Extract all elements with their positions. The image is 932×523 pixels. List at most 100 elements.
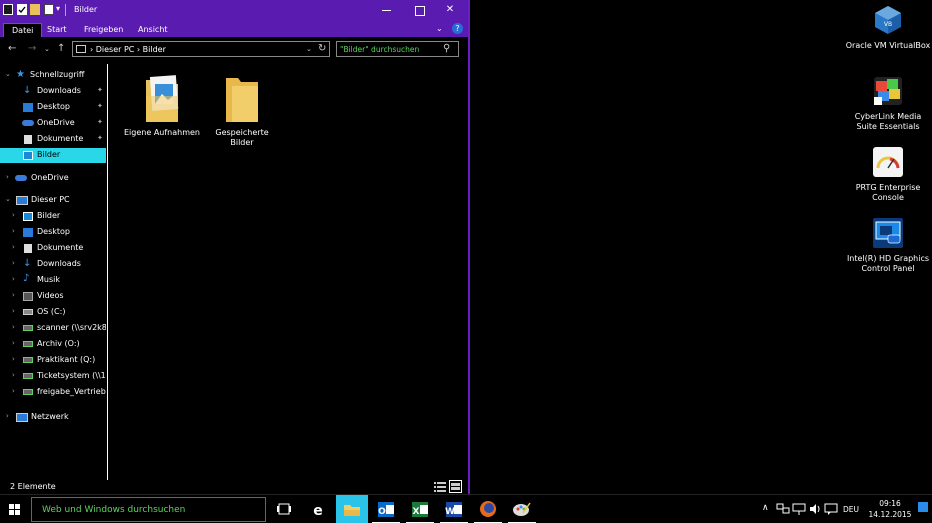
address-field[interactable]: › Dieser PC › Bilder ⌄ ↻: [72, 41, 330, 57]
chevron-right-icon[interactable]: ›: [12, 291, 15, 299]
taskbar-word[interactable]: W: [438, 495, 470, 523]
refresh-icon[interactable]: ↻: [318, 43, 326, 54]
pictures-folder-icon: [146, 75, 179, 122]
chevron-right-icon[interactable]: ›: [12, 371, 15, 379]
nav-quick-access[interactable]: ⌄ ★ Schnellzugriff: [0, 68, 106, 83]
chevron-right-icon[interactable]: ›: [12, 275, 15, 283]
tray-volume-icon[interactable]: [808, 502, 822, 516]
chevron-right-icon[interactable]: ›: [6, 412, 9, 420]
chevron-down-icon[interactable]: ⌄: [5, 70, 11, 78]
tray-ethernet-icon[interactable]: [792, 502, 806, 516]
large-icons-view-icon[interactable]: [449, 480, 462, 493]
help-icon[interactable]: ?: [452, 23, 463, 34]
network-drive-icon: [23, 357, 33, 363]
nav-pc-documents[interactable]: › Dokumente: [0, 241, 106, 256]
pin-icon[interactable]: ✦: [97, 102, 103, 110]
new-folder-icon[interactable]: [30, 4, 40, 15]
taskbar-edge[interactable]: e: [302, 495, 334, 523]
cloud-icon: [15, 175, 27, 181]
chevron-right-icon[interactable]: ›: [12, 243, 15, 251]
tray-network-icon[interactable]: [776, 502, 790, 516]
checkmark-icon[interactable]: [17, 4, 27, 15]
chevron-right-icon[interactable]: ›: [12, 339, 15, 347]
folder-item[interactable]: Gespeicherte Bilder: [204, 72, 274, 162]
nav-onedrive[interactable]: › OneDrive: [0, 171, 106, 186]
title-bar[interactable]: ▾ Bilder ✕: [0, 0, 468, 20]
taskbar-file-explorer[interactable]: [336, 495, 368, 523]
nav-pc-praktikant[interactable]: › Praktikant (Q:): [0, 353, 106, 368]
chevron-right-icon[interactable]: ›: [12, 259, 15, 267]
nav-quick-downloads[interactable]: ↓ Downloads ✦: [0, 84, 106, 99]
desktop-icon-intel-graphics[interactable]: Intel(R) HD Graphics Control Panel: [845, 217, 931, 274]
task-view-button[interactable]: [268, 495, 300, 523]
virtualbox-icon: VB: [875, 6, 901, 34]
chevron-right-icon[interactable]: ›: [12, 227, 15, 235]
details-view-icon[interactable]: [434, 481, 446, 492]
chevron-right-icon[interactable]: ›: [12, 307, 15, 315]
pin-icon[interactable]: ✦: [97, 134, 103, 142]
back-arrow-icon[interactable]: ←: [8, 43, 16, 54]
nav-pc-music[interactable]: › ♪ Musik: [0, 273, 106, 288]
nav-pc-scanner[interactable]: › scanner (\\srv2k8de: [0, 321, 106, 336]
chevron-right-icon[interactable]: ›: [6, 173, 9, 181]
recent-locations-icon[interactable]: ⌄: [44, 45, 50, 53]
chevron-right-icon[interactable]: ›: [12, 387, 15, 395]
tray-message-icon[interactable]: [824, 502, 838, 516]
quick-access-dropdown-icon[interactable]: ▾: [56, 4, 60, 13]
new-item-icon[interactable]: [44, 4, 54, 15]
nav-pc-freigabe-vertrieb[interactable]: › freigabe_Vertrieb (\\: [0, 385, 106, 400]
action-center-icon[interactable]: [918, 502, 928, 512]
pin-icon[interactable]: ✦: [97, 86, 103, 94]
pin-icon[interactable]: ✦: [97, 118, 103, 126]
nav-this-pc[interactable]: ⌄ Dieser PC: [0, 193, 106, 208]
taskbar-search-box[interactable]: Web und Windows durchsuchen: [31, 497, 266, 522]
start-button[interactable]: [0, 495, 30, 523]
desktop-icon-cyberlink[interactable]: CyberLink Media Suite Essentials: [845, 75, 931, 132]
pictures-icon: [23, 151, 33, 160]
nav-quick-desktop[interactable]: Desktop ✦: [0, 100, 106, 115]
nav-pc-downloads[interactable]: › ↓ Downloads: [0, 257, 106, 272]
svg-text:e: e: [313, 503, 323, 519]
nav-pc-drive-c[interactable]: › OS (C:): [0, 305, 106, 320]
tab-freigeben[interactable]: Freigeben: [76, 23, 131, 37]
chevron-right-icon[interactable]: ›: [12, 323, 15, 331]
nav-label: Bilder: [37, 150, 61, 159]
close-button[interactable]: ✕: [431, 0, 469, 20]
tab-ansicht[interactable]: Ansicht: [130, 23, 176, 37]
nav-quick-documents[interactable]: Dokumente ✦: [0, 132, 106, 147]
tray-overflow-icon[interactable]: ∧: [762, 503, 769, 513]
clock-date[interactable]: 14.12.2015: [868, 510, 912, 519]
desktop-icon-virtualbox[interactable]: VB Oracle VM VirtualBox: [845, 4, 931, 51]
tab-start[interactable]: Start: [39, 23, 75, 37]
input-language[interactable]: DEU: [843, 505, 859, 514]
nav-label: Videos: [37, 291, 64, 300]
nav-quick-pictures[interactable]: Bilder: [0, 148, 106, 163]
forward-arrow-icon[interactable]: →: [28, 43, 36, 54]
address-dropdown-icon[interactable]: ⌄: [306, 45, 312, 53]
up-arrow-icon[interactable]: ↑: [57, 43, 65, 54]
nav-pc-desktop[interactable]: › Desktop: [0, 225, 106, 240]
chevron-down-icon[interactable]: ⌄: [5, 195, 11, 203]
properties-icon[interactable]: [3, 4, 13, 15]
ribbon-expand-icon[interactable]: ⌄: [436, 24, 443, 33]
folder-item[interactable]: Eigene Aufnahmen: [124, 72, 200, 162]
taskbar-excel[interactable]: X: [404, 495, 436, 523]
nav-pc-archiv[interactable]: › Archiv (O:): [0, 337, 106, 352]
desktop-icon-prtg[interactable]: PRTG Enterprise Console: [845, 146, 931, 203]
search-box[interactable]: ⚲: [336, 41, 459, 57]
search-input[interactable]: [340, 43, 440, 55]
taskbar-firefox[interactable]: [472, 495, 504, 523]
nav-pc-ticketsystem[interactable]: › Ticketsystem (\\192: [0, 369, 106, 384]
nav-network[interactable]: › Netzwerk: [0, 410, 106, 425]
nav-pc-videos[interactable]: › Videos: [0, 289, 106, 304]
nav-quick-onedrive[interactable]: OneDrive ✦: [0, 116, 106, 131]
tab-datei[interactable]: Datei: [3, 23, 43, 37]
clock-time[interactable]: 09:16: [870, 499, 910, 508]
nav-pc-pictures[interactable]: › Bilder: [0, 209, 106, 224]
search-icon[interactable]: ⚲: [443, 43, 450, 54]
chevron-right-icon[interactable]: ›: [12, 211, 15, 219]
computer-icon: [16, 196, 28, 205]
taskbar-outlook[interactable]: O: [370, 495, 402, 523]
taskbar-paint[interactable]: [506, 495, 538, 523]
chevron-right-icon[interactable]: ›: [12, 355, 15, 363]
